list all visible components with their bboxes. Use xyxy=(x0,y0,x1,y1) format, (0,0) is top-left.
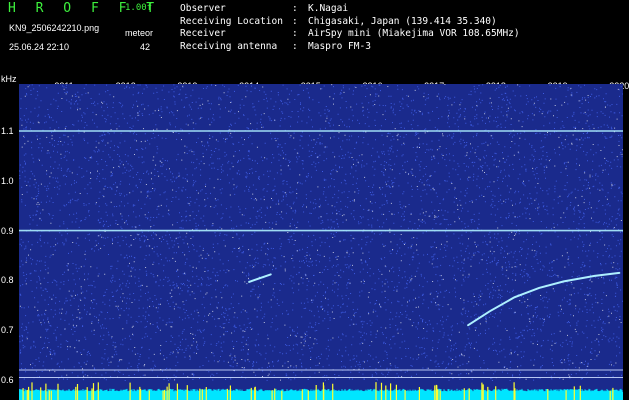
date-time: 25.06.24 22:10 xyxy=(9,42,70,52)
spectrogram-plot xyxy=(19,84,623,400)
meta-row-observer: Observer : K.Nagai xyxy=(180,3,520,16)
y-tick-label: 0.8 xyxy=(1,275,14,286)
meta-sep: : xyxy=(292,28,298,39)
meta-key: Observer xyxy=(180,3,226,14)
meta-value: Chigasaki, Japan (139.414 35.340) xyxy=(308,15,497,27)
file-name: KN9_2506242210.png xyxy=(9,23,100,33)
meteor-label: meteor xyxy=(125,28,154,38)
meta-sep: : xyxy=(292,3,298,14)
y-tick-label: 0.7 xyxy=(1,325,14,336)
version-label: 1.00f xyxy=(125,3,153,13)
meteor-count: 42 xyxy=(140,42,151,52)
meta-value: AirSpy mini (Miakejima VOR 108.65MHz) xyxy=(308,28,520,39)
y-tick-label: 1.0 xyxy=(1,175,14,186)
meta-row-antenna: Receiving antenna : Maspro FM-3 xyxy=(180,41,520,54)
y-tick-label: 1.1 xyxy=(1,126,14,136)
meta-value: K.Nagai xyxy=(308,3,349,14)
meta-value: Maspro FM-3 xyxy=(308,40,371,52)
meta-key: Receiver xyxy=(180,28,226,39)
y-axis-unit: kHz xyxy=(1,74,17,84)
metadata-block: Observer : K.Nagai Receiving Location : … xyxy=(180,3,520,53)
spectrogram-canvas xyxy=(19,84,623,400)
meta-row-location: Receiving Location : Chigasaki, Japan (1… xyxy=(180,16,520,29)
meta-key: Receiving Location xyxy=(180,15,283,27)
meta-sep: : xyxy=(292,40,298,52)
meta-row-receiver: Receiver : AirSpy mini (Miakejima VOR 10… xyxy=(180,28,520,41)
y-tick-label: 0.9 xyxy=(1,225,14,236)
header-panel: H R O F F T 1.00f KN9_2506242210.png 25.… xyxy=(0,0,629,73)
y-tick-label: 0.6 xyxy=(1,375,14,385)
meta-sep: : xyxy=(292,15,298,27)
meta-key: Receiving antenna xyxy=(180,40,278,52)
